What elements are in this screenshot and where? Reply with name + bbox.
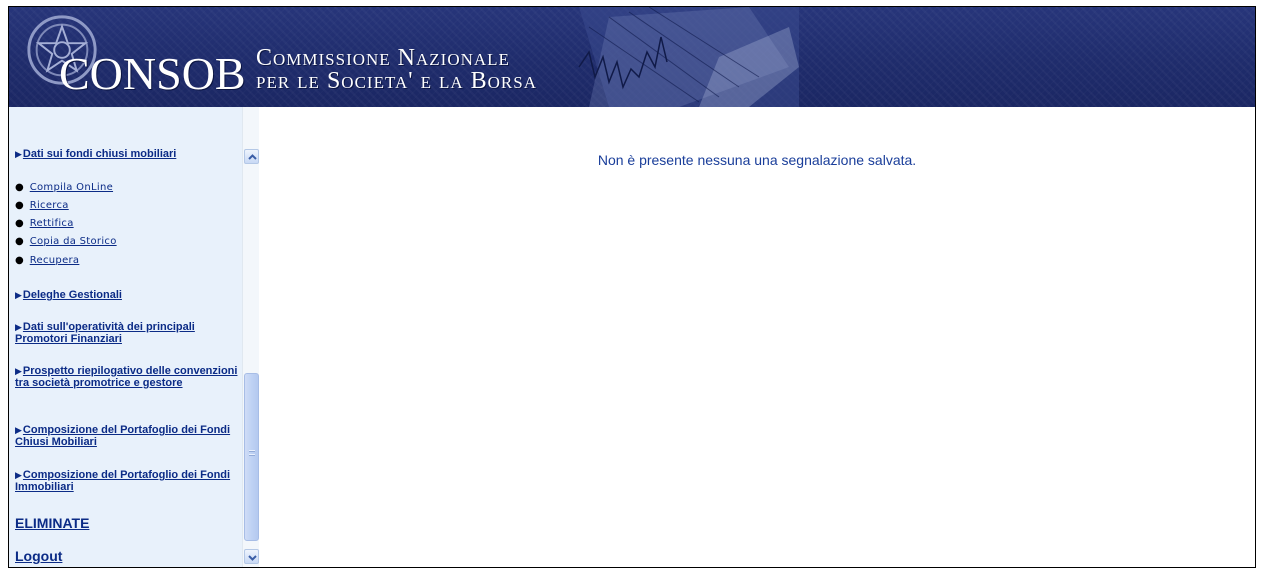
nav-operativita-promotori[interactable]: ▶Dati sull'operatività dei principali Pr… [15, 321, 241, 345]
bullet-icon: ● [15, 255, 24, 266]
triangle-right-icon: ▶ [15, 149, 22, 159]
nav-deleghe-gestionali[interactable]: ▶Deleghe Gestionali [15, 289, 241, 301]
nav-label: Composizione del Portafoglio dei Fondi I… [15, 469, 231, 493]
scroll-up-button[interactable] [244, 149, 259, 164]
triangle-right-icon: ▶ [15, 366, 22, 376]
commission-title: Commissione Nazionale per le Societa' e … [256, 45, 537, 94]
commission-title-line2: per le Societa' e la Borsa [256, 68, 537, 94]
nav-label: Composizione del Portafoglio dei Fondi C… [15, 424, 231, 448]
sidebar-scrollbar[interactable] [242, 107, 259, 567]
logout-link[interactable]: Logout [15, 548, 62, 564]
nav-label: Recupera [29, 255, 80, 266]
triangle-right-icon: ▶ [15, 470, 22, 480]
nav-label: Copia da Storico [29, 236, 117, 247]
nav-ricerca[interactable]: ● Ricerca [15, 200, 69, 212]
nav-recupera[interactable]: ● Recupera [15, 255, 79, 267]
nav-prospetto-convenzioni[interactable]: ▶Prospetto riepilogativo delle convenzio… [15, 365, 241, 389]
page-frame: CONSOB Commissione Nazionale per le Soci… [8, 6, 1256, 568]
nav-label: Ricerca [29, 200, 69, 211]
triangle-right-icon: ▶ [15, 425, 22, 435]
eliminate-link[interactable]: ELIMINATE [15, 515, 89, 531]
sidebar: ▶Dati sui fondi chiusi mobiliari ● Compil… [9, 107, 259, 567]
bullet-icon: ● [15, 236, 24, 247]
stock-chart-image [578, 7, 799, 107]
nav-label: Dati sull'operatività dei principali Pro… [15, 321, 195, 345]
nav-rettifica[interactable]: ● Rettifica [15, 218, 74, 230]
bullet-icon: ● [15, 200, 24, 211]
main-content: Non è presente nessuna una segnalazione … [259, 107, 1255, 567]
triangle-right-icon: ▶ [15, 290, 22, 300]
nav-copia-da-storico[interactable]: ● Copia da Storico [15, 236, 117, 248]
nav-label: Prospetto riepilogativo delle convenzion… [15, 365, 238, 389]
nav-fondi-chiusi-mobiliari[interactable]: ▶Dati sui fondi chiusi mobiliari [15, 148, 241, 160]
consob-logo: CONSOB [59, 48, 246, 99]
chevron-up-icon [248, 154, 257, 160]
nav-portafoglio-immobiliari[interactable]: ▶Composizione del Portafoglio dei Fondi … [15, 469, 241, 493]
nav-label: Compila OnLine [29, 182, 114, 193]
bullet-icon: ● [15, 218, 24, 229]
scroll-down-button[interactable] [244, 549, 259, 564]
triangle-right-icon: ▶ [15, 322, 22, 332]
bullet-icon: ● [15, 182, 24, 193]
grip-icon [249, 450, 255, 458]
header-banner: CONSOB Commissione Nazionale per le Soci… [9, 7, 1255, 107]
nav-label: Rettifica [29, 218, 74, 229]
chevron-down-icon [248, 555, 257, 561]
empty-state-message: Non è presente nessuna una segnalazione … [597, 152, 917, 168]
nav-label: Dati sui fondi chiusi mobiliari [22, 148, 177, 160]
nav-label: Deleghe Gestionali [22, 289, 122, 301]
nav-portafoglio-chiusi-mobiliari[interactable]: ▶Composizione del Portafoglio dei Fondi … [15, 424, 241, 448]
scroll-thumb[interactable] [244, 373, 259, 541]
nav-compila-online[interactable]: ● Compila OnLine [15, 182, 113, 194]
commission-title-line1: Commissione Nazionale [256, 45, 510, 71]
